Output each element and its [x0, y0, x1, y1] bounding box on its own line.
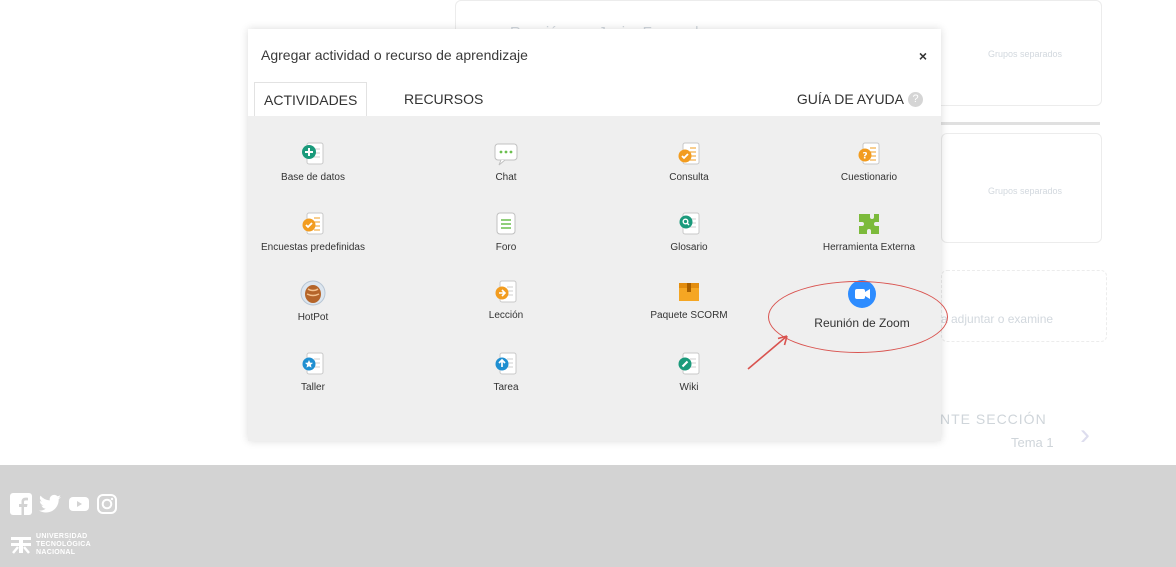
help-icon: ?: [908, 91, 923, 107]
activity-cuestionario[interactable]: ? Cuestionario: [799, 141, 939, 183]
database-icon: [302, 142, 324, 165]
activity-label: HotPot: [297, 312, 329, 323]
utn-text-line: NACIONAL: [36, 549, 76, 556]
activity-label: Paquete SCORM: [650, 310, 728, 321]
activity-label: Wiki: [679, 382, 699, 393]
activity-consulta[interactable]: Consulta: [619, 141, 759, 183]
modal-title: Agregar actividad o recurso de aprendiza…: [261, 47, 528, 63]
activity-grid: Base de datos Chat Consulta ? Cuestionar…: [248, 116, 941, 441]
activity-tarea[interactable]: Tarea: [436, 351, 576, 393]
activity-base-de-datos[interactable]: Base de datos: [243, 141, 383, 183]
activity-foro[interactable]: Foro: [436, 211, 576, 253]
utn-logo: UNIVERSIDAD TECNOLÓGICA NACIONAL: [10, 533, 91, 557]
activity-wiki[interactable]: Wiki: [619, 351, 759, 393]
activity-label: Tarea: [493, 382, 519, 393]
facebook-icon[interactable]: [10, 493, 32, 515]
activity-label: Lección: [488, 310, 524, 321]
upload-zone: [941, 270, 1107, 342]
activity-paquete-scorm[interactable]: Paquete SCORM: [619, 279, 759, 321]
puzzle-icon: [859, 214, 879, 234]
activity-label: Base de datos: [281, 172, 345, 183]
glossary-icon: [679, 212, 700, 235]
wiki-icon: [678, 352, 700, 375]
footer: [0, 465, 1176, 567]
svg-text:?: ?: [862, 152, 867, 162]
upload-text: a adjuntar o examine: [941, 312, 1054, 326]
background-groups-label: Grupos separados: [988, 49, 1063, 59]
choice-icon: [678, 142, 700, 165]
activity-label: Chat: [495, 172, 517, 183]
social-links: [10, 493, 118, 515]
activity-label: Cuestionario: [840, 172, 898, 183]
survey-icon: [302, 212, 324, 235]
utn-text-line: TECNOLÓGICA: [36, 541, 92, 548]
divider: [941, 122, 1100, 125]
activity-chat[interactable]: Chat: [436, 141, 576, 183]
activity-leccion[interactable]: Lección: [436, 279, 576, 321]
activity-hotpot[interactable]: HotPot: [243, 279, 383, 323]
quiz-icon: ?: [858, 142, 880, 165]
help-guide-link[interactable]: GUÍA DE AYUDA ?: [797, 82, 923, 116]
chevron-right-icon[interactable]: ›: [1080, 418, 1090, 452]
activity-label: Herramienta Externa: [822, 242, 916, 253]
forum-icon: [496, 212, 516, 235]
instagram-icon[interactable]: [96, 493, 118, 515]
close-icon[interactable]: ×: [919, 48, 927, 64]
activity-label: Consulta: [669, 172, 709, 183]
utn-text-line: UNIVERSIDAD: [36, 533, 88, 540]
activity-glosario[interactable]: Glosario: [619, 211, 759, 253]
activity-taller[interactable]: Taller: [243, 351, 383, 393]
tab-actividades[interactable]: ACTIVIDADES: [254, 82, 368, 117]
scorm-icon: [679, 283, 699, 301]
youtube-icon[interactable]: [68, 493, 90, 515]
tab-recursos[interactable]: RECURSOS: [404, 82, 483, 116]
chat-icon: [494, 143, 518, 166]
background-groups-label: Grupos separados: [988, 186, 1063, 196]
next-section-topic: Tema 1: [1011, 435, 1054, 450]
activity-herramienta-externa[interactable]: Herramienta Externa: [799, 211, 939, 253]
activity-label: Glosario: [670, 242, 708, 253]
activity-label: Taller: [301, 382, 325, 393]
twitter-icon[interactable]: [38, 493, 62, 515]
activity-label: Encuestas predefinidas: [261, 242, 365, 253]
add-activity-modal: Agregar actividad o recurso de aprendiza…: [248, 29, 941, 441]
workshop-icon: [302, 352, 324, 375]
help-guide-label: GUÍA DE AYUDA: [796, 91, 904, 107]
hotpot-icon: [300, 280, 326, 306]
lesson-icon: [495, 280, 517, 303]
annotation-arrow-icon: [747, 335, 788, 370]
modal-tabs: ACTIVIDADES RECURSOS GUÍA DE AYUDA ?: [248, 82, 941, 117]
next-section-label[interactable]: NTE SECCIÓN: [940, 411, 1047, 427]
activity-encuestas-predefinidas[interactable]: Encuestas predefinidas: [243, 211, 383, 253]
activity-label: Foro: [495, 242, 517, 253]
utn-logo-icon: [11, 537, 31, 554]
highlight-circle: [768, 281, 948, 353]
assignment-icon: [495, 352, 517, 375]
